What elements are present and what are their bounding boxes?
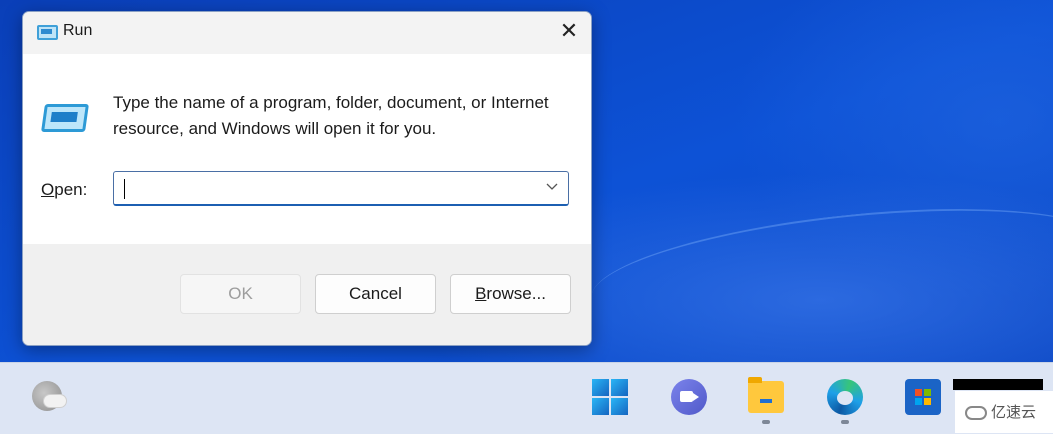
- dialog-footer: OK Cancel Browse...: [23, 244, 591, 345]
- open-label-text: pen:: [54, 180, 88, 199]
- teams-chat-icon[interactable]: [671, 379, 707, 415]
- cloud-logo-icon: [965, 405, 987, 420]
- redaction-bar: [953, 379, 1043, 390]
- browse-button[interactable]: Browse...: [450, 274, 571, 314]
- dialog-description: Type the name of a program, folder, docu…: [113, 93, 549, 138]
- file-explorer-icon[interactable]: [748, 377, 784, 413]
- dialog-title: Run: [63, 22, 93, 39]
- dialog-titlebar[interactable]: Run ✕: [23, 12, 591, 54]
- close-button[interactable]: ✕: [547, 12, 591, 52]
- watermark-text: 亿速云: [991, 403, 1037, 421]
- dialog-content: Type the name of a program, folder, docu…: [23, 54, 591, 244]
- weather-icon[interactable]: [32, 381, 66, 411]
- cancel-button[interactable]: Cancel: [315, 274, 436, 314]
- ok-button[interactable]: OK: [180, 274, 301, 314]
- taskbar: 亿速云: [0, 362, 1053, 434]
- edge-running-indicator: [841, 420, 849, 424]
- open-combobox[interactable]: [113, 171, 569, 206]
- browse-accelerator: B: [475, 284, 487, 303]
- text-caret: [124, 179, 125, 199]
- run-dialog: Run ✕ Type the name of a program, folder…: [22, 11, 592, 346]
- wallpaper-swoosh: [585, 188, 1053, 354]
- watermark: 亿速云: [955, 391, 1053, 433]
- edge-browser-icon[interactable]: [827, 379, 863, 415]
- explorer-running-indicator: [762, 420, 770, 424]
- run-icon: [41, 104, 89, 132]
- chevron-down-icon[interactable]: [542, 178, 562, 198]
- browse-label: rowse...: [486, 284, 546, 303]
- open-label-accelerator: O: [41, 180, 55, 199]
- run-app-icon: [37, 25, 58, 40]
- windows-start-icon[interactable]: [592, 379, 628, 415]
- open-label: Open:: [41, 180, 87, 200]
- microsoft-store-icon[interactable]: [905, 379, 941, 415]
